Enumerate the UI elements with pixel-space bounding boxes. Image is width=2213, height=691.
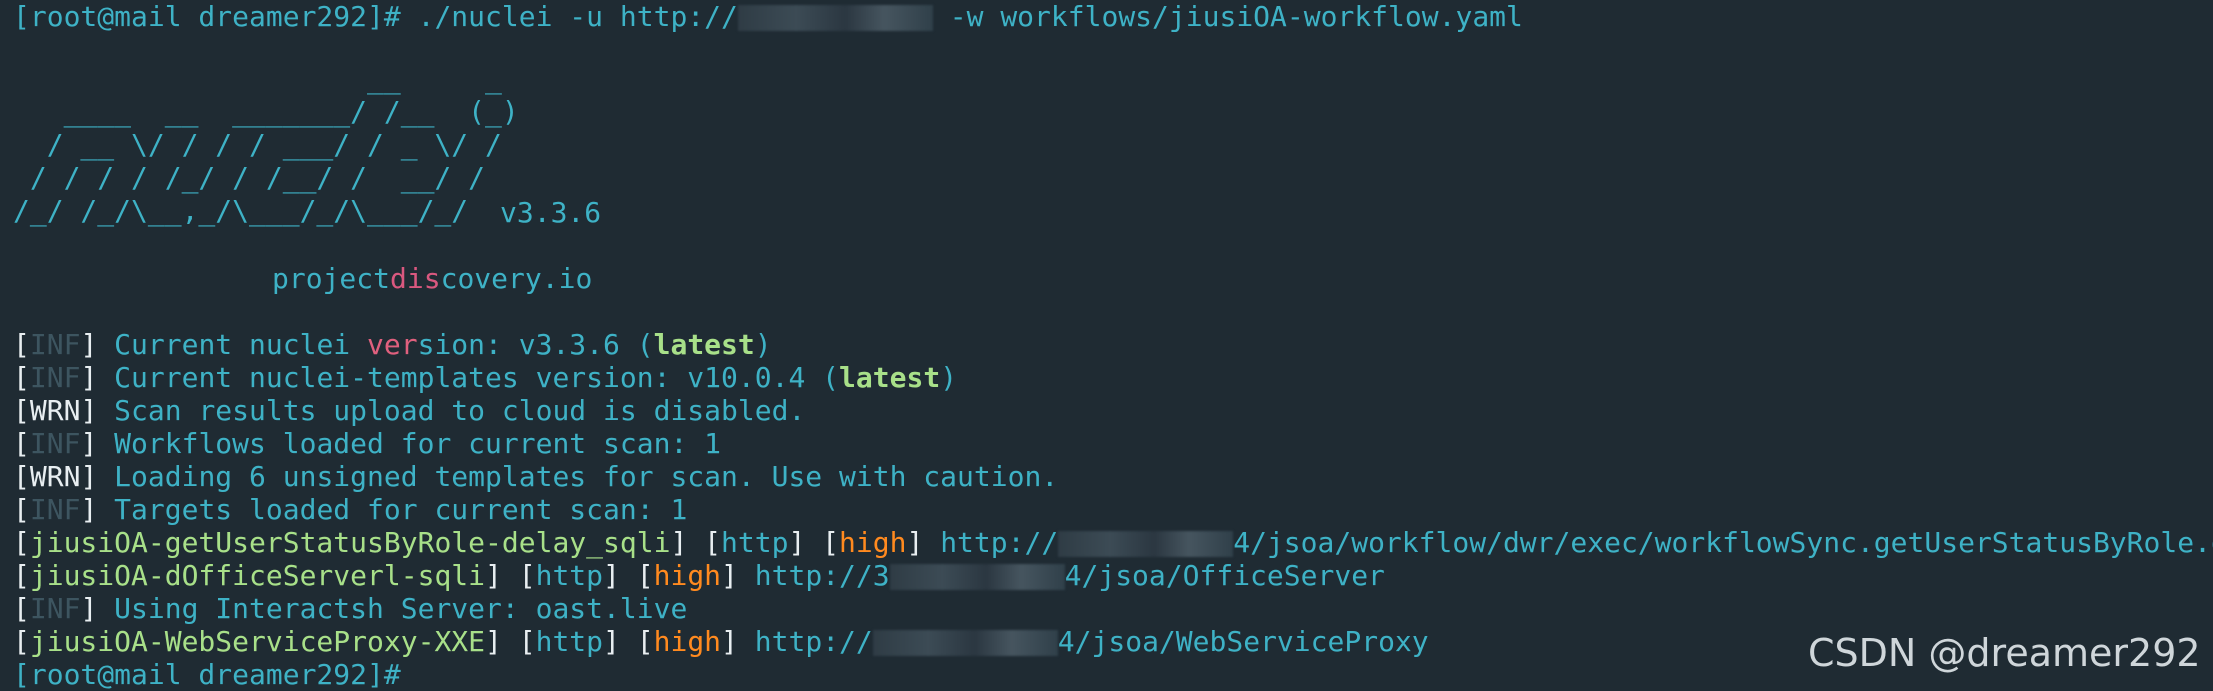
result-line: [jiusiOA-WebServiceProxy-XXE] [http] [hi… bbox=[13, 625, 1429, 658]
redacted-host bbox=[889, 564, 1065, 590]
protocol-tag: http bbox=[535, 625, 604, 658]
log-line: [INF] Workflows loaded for current scan:… bbox=[13, 427, 722, 460]
level-tag: INF bbox=[29, 493, 81, 526]
matched-url: http:// bbox=[940, 526, 1059, 559]
log-line: [INF] Targets loaded for current scan: 1 bbox=[13, 493, 688, 526]
nuclei-ascii-logo: __ _ ____ __ _______/ /__ (_) / __ \/ / … bbox=[13, 62, 519, 227]
command-text: ./nuclei -u http:// bbox=[400, 0, 738, 33]
matched-url: http://3 bbox=[754, 559, 890, 592]
redacted-host bbox=[1058, 531, 1234, 557]
protocol-tag: http bbox=[535, 559, 604, 592]
severity-tag: high bbox=[653, 625, 722, 658]
level-tag: INF bbox=[29, 328, 81, 361]
matched-url: http:// bbox=[754, 625, 873, 658]
csdn-watermark: CSDN @dreamer292 bbox=[1808, 631, 2201, 675]
log-line: [INF] Using Interactsh Server: oast.live bbox=[13, 592, 688, 625]
banner-version: v3.3.6 bbox=[500, 196, 602, 229]
severity-tag: high bbox=[653, 559, 722, 592]
severity-tag: high bbox=[839, 526, 907, 559]
log-line: [INF] Current nuclei-templates version: … bbox=[13, 361, 958, 394]
protocol-tag: http bbox=[721, 526, 789, 559]
result-line: [jiusiOA-dOfficeServerl-sqli] [http] [hi… bbox=[13, 559, 1385, 592]
template-id: jiusiOA-WebServiceProxy-XXE bbox=[29, 625, 486, 658]
command-args: -w workflows/jiusiOA-workflow.yaml bbox=[932, 0, 1523, 33]
final-prompt[interactable]: [root@mail dreamer292]# bbox=[13, 658, 401, 691]
log-line: [INF] Current nuclei version: v3.3.6 (la… bbox=[13, 328, 772, 361]
level-tag: WRN bbox=[29, 460, 81, 493]
command-line: [root@mail dreamer292]# ./nuclei -u http… bbox=[13, 0, 1523, 33]
level-tag: INF bbox=[29, 361, 81, 394]
level-tag: INF bbox=[29, 427, 81, 460]
prompt: [root@mail dreamer292]# bbox=[13, 0, 401, 33]
log-line: [WRN] Loading 6 unsigned templates for s… bbox=[13, 460, 1059, 493]
level-tag: INF bbox=[29, 592, 81, 625]
redacted-host bbox=[737, 5, 933, 31]
projectdiscovery-link: projectdiscovery.io bbox=[272, 262, 593, 295]
redacted-host bbox=[872, 630, 1058, 656]
result-line: [jiusiOA-getUserStatusByRole-delay_sqli]… bbox=[13, 526, 2213, 559]
template-id: jiusiOA-getUserStatusByRole-delay_sqli bbox=[29, 526, 671, 559]
log-line: [WRN] Scan results upload to cloud is di… bbox=[13, 394, 806, 427]
level-tag: WRN bbox=[29, 394, 81, 427]
template-id: jiusiOA-dOfficeServerl-sqli bbox=[29, 559, 486, 592]
